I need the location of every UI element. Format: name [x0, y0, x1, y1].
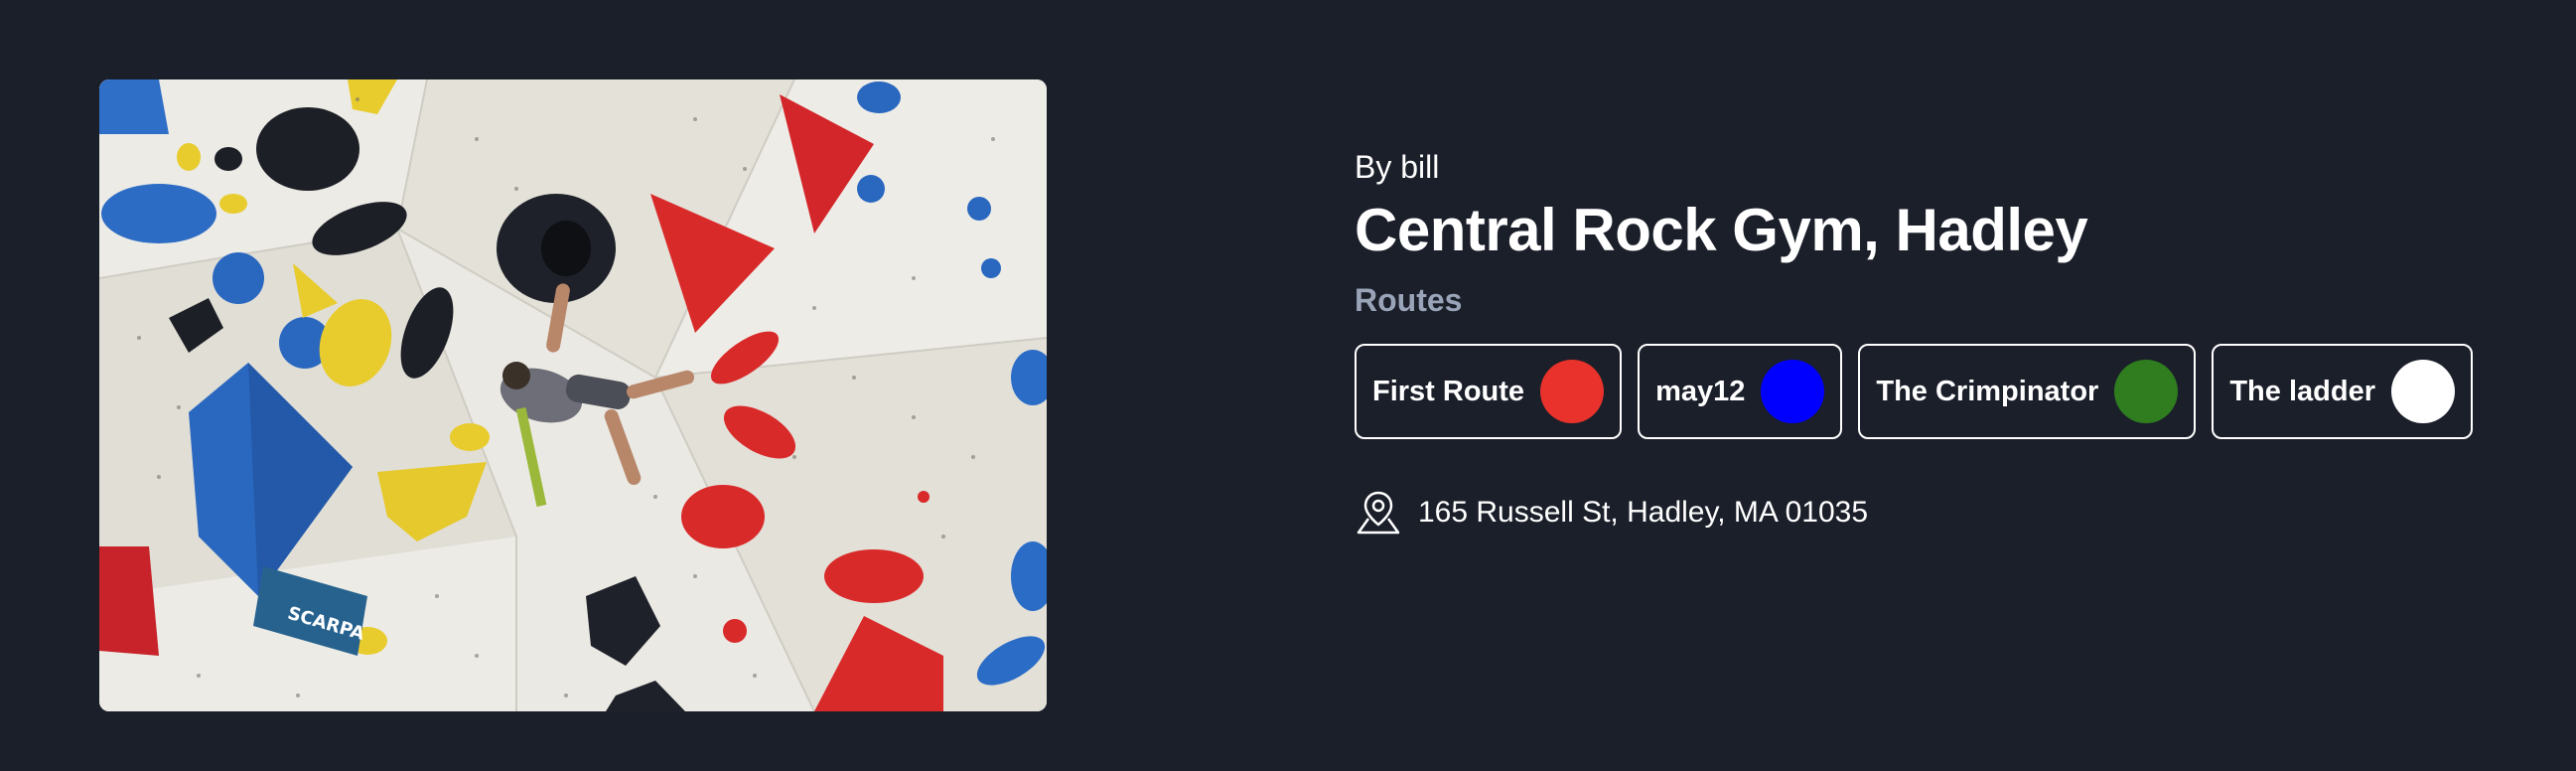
route-chip-the-ladder[interactable]: The ladder	[2212, 344, 2473, 439]
page-title: Central Rock Gym, Hadley	[1355, 197, 2088, 263]
route-color-dot	[2391, 360, 2455, 423]
routes-list: First Route may12 The Crimpinator The la…	[1355, 344, 2526, 439]
gym-address: 165 Russell St, Hadley, MA 01035	[1355, 489, 2526, 537]
route-color-dot	[1761, 360, 1825, 423]
route-chip-the-crimpinator[interactable]: The Crimpinator	[1858, 344, 2197, 439]
route-name: First Route	[1372, 375, 1525, 407]
gym-author: By bill	[1355, 149, 1440, 185]
routes-heading: Routes	[1355, 282, 1463, 318]
route-name: may12	[1655, 375, 1746, 407]
route-chip-first-route[interactable]: First Route	[1355, 344, 1623, 439]
gym-info-panel: By bill Central Rock Gym, Hadley Routes …	[1355, 147, 2526, 537]
route-name: The ladder	[2229, 375, 2375, 407]
gym-photo: SCARPA	[99, 79, 1047, 711]
address-text: 165 Russell St, Hadley, MA 01035	[1418, 496, 1869, 529]
route-color-dot	[2114, 360, 2179, 423]
map-pin-icon	[1357, 491, 1400, 535]
route-name: The Crimpinator	[1876, 375, 2099, 407]
route-color-dot	[1540, 360, 1605, 423]
route-chip-may12[interactable]: may12	[1638, 344, 1843, 439]
climbing-wall-illustration: SCARPA	[99, 79, 1047, 711]
